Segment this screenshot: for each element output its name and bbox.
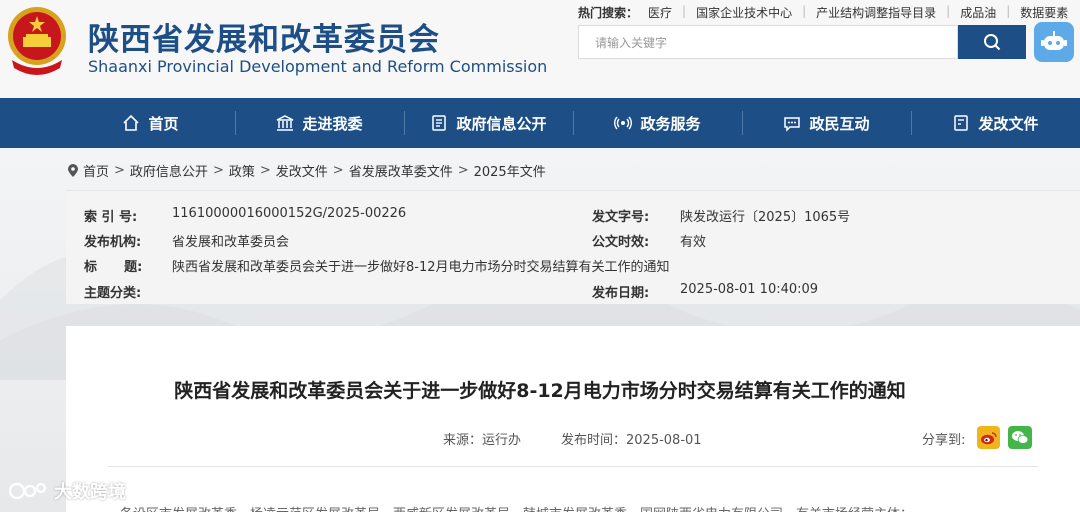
breadcrumb-link[interactable]: 省发展改革委文件 [349,161,453,180]
breadcrumb-separator: > [332,163,344,178]
info-value: 2025-08-01 10:40:09 [680,282,819,297]
site-header: 陕西省发展和改革委员会 Shaanxi Provincial Developme… [0,0,1080,98]
nav-item-label: 政民互动 [809,114,870,133]
hot-search-link[interactable]: 产业结构调整指导目录 [816,4,936,21]
info-row-date: 发布日期: 2025-08-01 10:40:09 [592,282,818,301]
breadcrumb-separator: > [259,163,271,178]
info-row-index: 索 引 号: 11610000016000152G/2025-00226 [84,206,406,225]
info-value: 陕发改运行〔2025〕1065号 [680,210,851,225]
nav-item-home[interactable]: 首页 [66,98,235,148]
article-publish-time: 发布时间：2025-08-01 [561,433,702,448]
robot-icon [1041,31,1067,50]
info-row-validity: 公文时效: 有效 [592,231,706,250]
hot-search-bar: 热门搜索： 医疗 | 国家企业技术中心 | 产业结构调整指导目录 | 成品油 |… [578,4,1068,21]
file-icon [954,115,969,131]
article-source: 来源：运行办 [443,433,522,448]
share-weibo-button[interactable] [977,426,1000,449]
location-pin-icon [68,164,78,177]
watermark-logo-icon [8,482,47,500]
info-label: 发文字号: [592,210,650,225]
info-value: 11610000016000152G/2025-00226 [172,206,407,221]
article-card [66,326,1080,512]
service-icon [614,116,633,130]
info-row-topic: 主题分类: [84,282,172,301]
share-wechat-button[interactable] [1008,426,1032,449]
separator: | [1006,4,1011,18]
watermark: 大数跨境 [8,478,126,504]
nav-item-label: 发改文件 [978,114,1039,133]
article-body-text: 各设区市发展改革委，杨凌示范区发展改革局，西咸新区发展改革局，韩城市发展改革委，… [120,503,960,512]
hot-search-link[interactable]: 成品油 [960,4,996,21]
separator: | [946,4,951,18]
breadcrumb-link[interactable]: 首页 [83,161,109,180]
main-nav: 首页 走进我委 政府信息公开 政务服务 政民互动 发改文件 [0,98,1080,148]
breadcrumb-link[interactable]: 政府信息公开 [130,161,208,180]
nav-item-services[interactable]: 政务服务 [573,98,742,148]
hot-search-link[interactable]: 医疗 [648,4,672,21]
wechat-icon [1012,431,1029,444]
nav-item-interaction[interactable]: 政民互动 [742,98,911,148]
info-value: 有效 [680,235,707,250]
info-value: 陕西省发展和改革委员会关于进一步做好8-12月电力市场分时交易结算有关工作的通知 [172,260,670,275]
national-emblem-icon [8,7,66,75]
info-label: 索 引 号: [84,210,138,225]
search-button[interactable] [958,25,1026,59]
nav-item-info-disclosure[interactable]: 政府信息公开 [404,98,573,148]
separator: | [682,4,687,18]
site-title-en: Shaanxi Provincial Development and Refor… [88,57,548,76]
info-label: 发布机构: [84,235,142,250]
separator: | [802,4,807,18]
info-value: 省发展和改革委员会 [172,235,290,250]
chat-icon [784,117,801,132]
nav-item-documents[interactable]: 发改文件 [911,98,1080,148]
hot-search-link[interactable]: 国家企业技术中心 [696,4,792,21]
breadcrumb: 首页 > 政府信息公开 > 政策 > 发改文件 > 省发展改革委文件 > 202… [68,161,546,180]
breadcrumb-link[interactable]: 2025年文件 [474,161,546,180]
breadcrumb-link[interactable]: 发改文件 [276,161,328,180]
building-icon [277,115,294,131]
info-row-docno: 发文字号: 陕发改运行〔2025〕1065号 [592,206,850,225]
weibo-icon [981,431,997,444]
hot-search-link[interactable]: 数据要素 [1020,4,1068,21]
hot-search-label: 热门搜索： [578,6,639,20]
article-divider [108,466,1038,467]
info-label: 公文时效: [592,235,650,250]
search-icon [984,34,1001,51]
info-row-title: 标 题: 陕西省发展和改革委员会关于进一步做好8-12月电力市场分时交易结算有关… [84,256,670,275]
document-icon [432,115,447,131]
info-row-issuer: 发布机构: 省发展和改革委员会 [84,231,289,250]
nav-item-label: 首页 [148,114,179,133]
home-icon [123,114,140,131]
info-label: 主题分类: [84,286,142,301]
nav-item-label: 政务服务 [640,114,701,133]
breadcrumb-separator: > [114,163,125,178]
nav-item-label: 政府信息公开 [456,114,547,133]
info-label: 标 题: [84,260,143,275]
share-label: 分享到: [922,433,966,448]
document-info-panel: 索 引 号: 11610000016000152G/2025-00226 发布机… [66,190,1080,304]
breadcrumb-separator: > [457,163,469,178]
search-input[interactable]: 请输入关键字 [578,25,958,59]
watermark-text: 大数跨境 [54,482,126,503]
site-title-cn[interactable]: 陕西省发展和改革委员会 [88,14,440,59]
breadcrumb-link[interactable]: 政策 [229,161,255,180]
nav-item-about[interactable]: 走进我委 [235,98,404,148]
nav-item-label: 走进我委 [302,114,363,133]
article-title: 陕西省发展和改革委员会关于进一步做好8-12月电力市场分时交易结算有关工作的通知 [174,380,906,402]
breadcrumb-separator: > [212,163,224,178]
info-label: 发布日期: [592,286,650,301]
assistant-robot-button[interactable] [1034,22,1074,62]
